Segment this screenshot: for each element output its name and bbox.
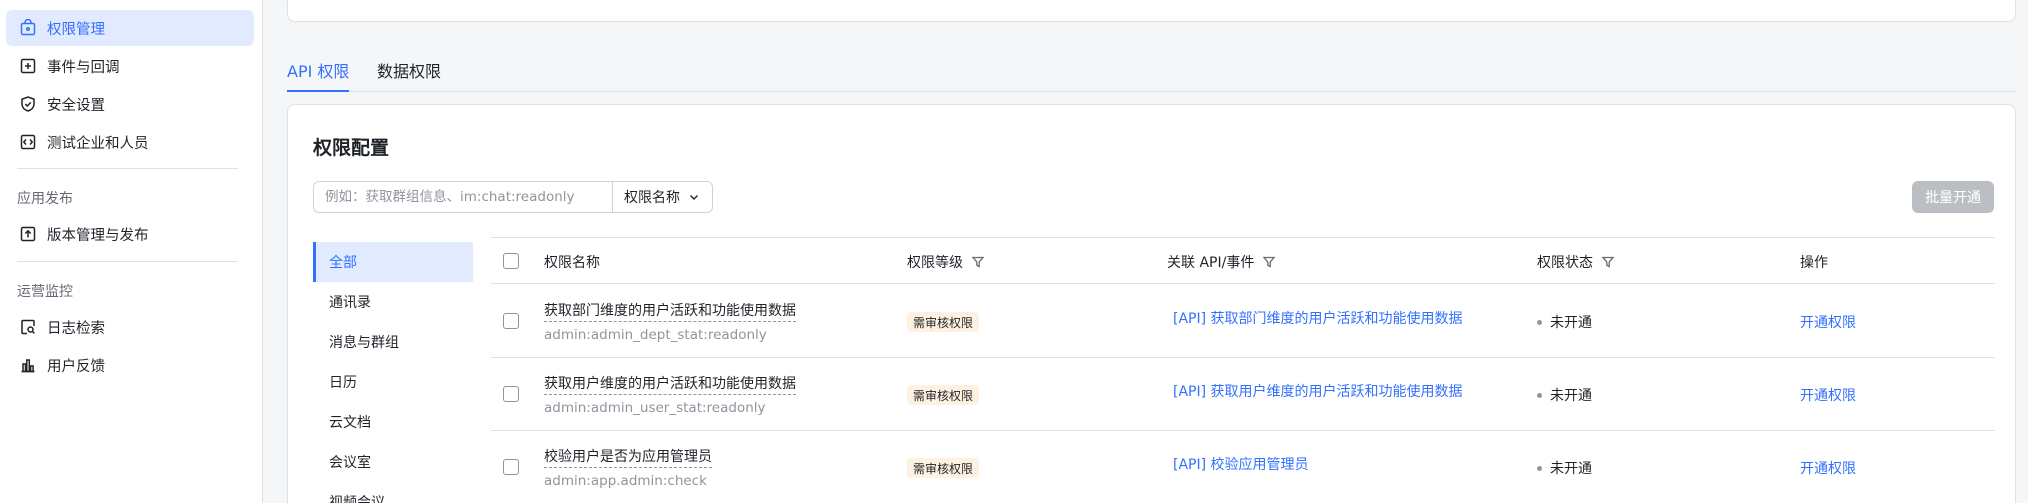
sidebar-item-label: 版本管理与发布 <box>47 227 149 244</box>
status-label: 未开通 <box>1550 461 1592 477</box>
sidebar-item-version-release[interactable]: 版本管理与发布 <box>6 216 254 252</box>
select-all-checkbox[interactable] <box>503 253 519 269</box>
status-dot-icon <box>1537 319 1542 325</box>
top-card <box>287 0 2016 22</box>
table-row: 校验用户是否为应用管理员 admin:app.admin:check 需审核权限… <box>491 431 1995 503</box>
table-row: 获取部门维度的用户活跃和功能使用数据 admin:admin_dept_stat… <box>491 285 1995 358</box>
row-checkbox[interactable] <box>503 459 519 475</box>
permission-status: 未开通 <box>1537 312 1592 332</box>
permission-code: admin:app.admin:check <box>544 473 707 489</box>
card-title: 权限配置 <box>313 137 390 159</box>
upload-box-icon <box>18 224 38 244</box>
sidebar: 权限管理 事件与回调 安全设置 测试企业和人员 应用发布 版本管理与发布 运营监… <box>0 0 263 503</box>
column-header-level: 权限等级 <box>907 252 985 272</box>
column-header-label: 权限名称 <box>544 255 600 271</box>
api-link[interactable]: [API] 获取用户维度的用户活跃和功能使用数据 <box>1173 381 1463 401</box>
row-checkbox[interactable] <box>503 313 519 329</box>
plus-box-icon <box>18 56 38 76</box>
sidebar-item-test-enterprise[interactable]: 测试企业和人员 <box>6 124 254 160</box>
category-item-messages-groups[interactable]: 消息与群组 <box>313 322 473 362</box>
category-item-meeting-room[interactable]: 会议室 <box>313 442 473 482</box>
enable-permission-link[interactable]: 开通权限 <box>1800 385 1856 405</box>
row-checkbox[interactable] <box>503 386 519 402</box>
sidebar-item-label: 用户反馈 <box>47 358 105 375</box>
permission-name: 获取部门维度的用户活跃和功能使用数据 <box>544 300 796 322</box>
sidebar-item-label: 测试企业和人员 <box>47 135 149 152</box>
log-search-icon <box>18 317 38 337</box>
column-header-label: 权限状态 <box>1537 255 1593 271</box>
api-link[interactable]: [API] 校验应用管理员 <box>1173 454 1309 474</box>
tab-api-permission[interactable]: API 权限 <box>287 58 349 82</box>
chevron-down-icon <box>680 191 700 203</box>
api-link[interactable]: [API] 获取部门维度的用户活跃和功能使用数据 <box>1173 308 1463 328</box>
sidebar-divider <box>17 261 238 262</box>
sidebar-divider <box>17 168 238 169</box>
permission-code: admin:admin_user_stat:readonly <box>544 400 766 416</box>
permission-status: 未开通 <box>1537 385 1592 405</box>
filter-icon[interactable] <box>1593 255 1615 269</box>
category-item-calendar[interactable]: 日历 <box>313 362 473 402</box>
table-row: 获取用户维度的用户活跃和功能使用数据 admin:admin_user_stat… <box>491 358 1995 431</box>
batch-enable-button[interactable]: 批量开通 <box>1912 181 1994 213</box>
permission-level-tag: 需审核权限 <box>907 458 980 478</box>
sidebar-item-security-settings[interactable]: 安全设置 <box>6 86 254 122</box>
permission-config-card: 权限配置 权限名称 批量开通 全部 通讯录 消息与群组 日历 云文档 会议室 视… <box>287 104 2016 503</box>
sidebar-item-permission-management[interactable]: 权限管理 <box>6 10 254 46</box>
status-dot-icon <box>1537 392 1542 398</box>
sidebar-group-publish: 应用发布 <box>17 191 73 207</box>
shield-check-icon <box>18 94 38 114</box>
sidebar-item-user-feedback[interactable]: 用户反馈 <box>6 347 254 383</box>
permission-code: admin:admin_dept_stat:readonly <box>544 327 767 343</box>
sidebar-group-ops: 运营监控 <box>17 284 73 300</box>
category-item-cloud-docs[interactable]: 云文档 <box>313 402 473 442</box>
sidebar-item-events-callbacks[interactable]: 事件与回调 <box>6 48 254 84</box>
lock-box-icon <box>18 18 38 38</box>
enable-permission-link[interactable]: 开通权限 <box>1800 458 1856 478</box>
filter-icon[interactable] <box>1254 255 1276 269</box>
sidebar-item-log-search[interactable]: 日志检索 <box>6 309 254 345</box>
permission-name: 校验用户是否为应用管理员 <box>544 446 712 468</box>
search-input[interactable] <box>314 182 612 212</box>
column-header-name: 权限名称 <box>544 252 600 272</box>
permission-level-tag: 需审核权限 <box>907 312 980 332</box>
tab-bar: API 权限 数据权限 <box>287 50 2016 92</box>
filter-icon[interactable] <box>963 255 985 269</box>
tab-active-indicator <box>287 90 349 92</box>
search-box: 权限名称 <box>313 181 713 213</box>
search-select-value: 权限名称 <box>624 190 680 206</box>
status-dot-icon <box>1537 465 1542 471</box>
column-header-api: 关联 API/事件 <box>1167 252 1276 272</box>
sidebar-item-label: 事件与回调 <box>47 59 120 76</box>
enable-permission-link[interactable]: 开通权限 <box>1800 312 1856 332</box>
sidebar-item-label: 日志检索 <box>47 320 105 337</box>
category-item-contacts[interactable]: 通讯录 <box>313 282 473 322</box>
status-label: 未开通 <box>1550 315 1592 331</box>
code-box-icon <box>18 132 38 152</box>
column-header-label: 操作 <box>1800 255 1828 271</box>
status-label: 未开通 <box>1550 388 1592 404</box>
column-header-label: 关联 API/事件 <box>1167 255 1255 271</box>
bar-chart-icon <box>18 355 38 375</box>
tab-data-permission[interactable]: 数据权限 <box>377 58 441 82</box>
permission-name: 获取用户维度的用户活跃和功能使用数据 <box>544 373 796 395</box>
permission-status: 未开通 <box>1537 458 1592 478</box>
search-field-select[interactable]: 权限名称 <box>612 182 712 212</box>
column-header-label: 权限等级 <box>907 255 963 271</box>
sidebar-item-label: 安全设置 <box>47 97 105 114</box>
category-item-video-meeting[interactable]: 视频会议 <box>313 482 473 503</box>
column-header-status: 权限状态 <box>1537 252 1615 272</box>
column-header-action: 操作 <box>1800 252 1828 272</box>
permission-level-tag: 需审核权限 <box>907 385 980 405</box>
category-item-all[interactable]: 全部 <box>313 242 473 282</box>
sidebar-item-label: 权限管理 <box>47 21 105 38</box>
table-header: 权限名称 权限等级 关联 API/事件 权限状态 操作 <box>491 237 1995 284</box>
